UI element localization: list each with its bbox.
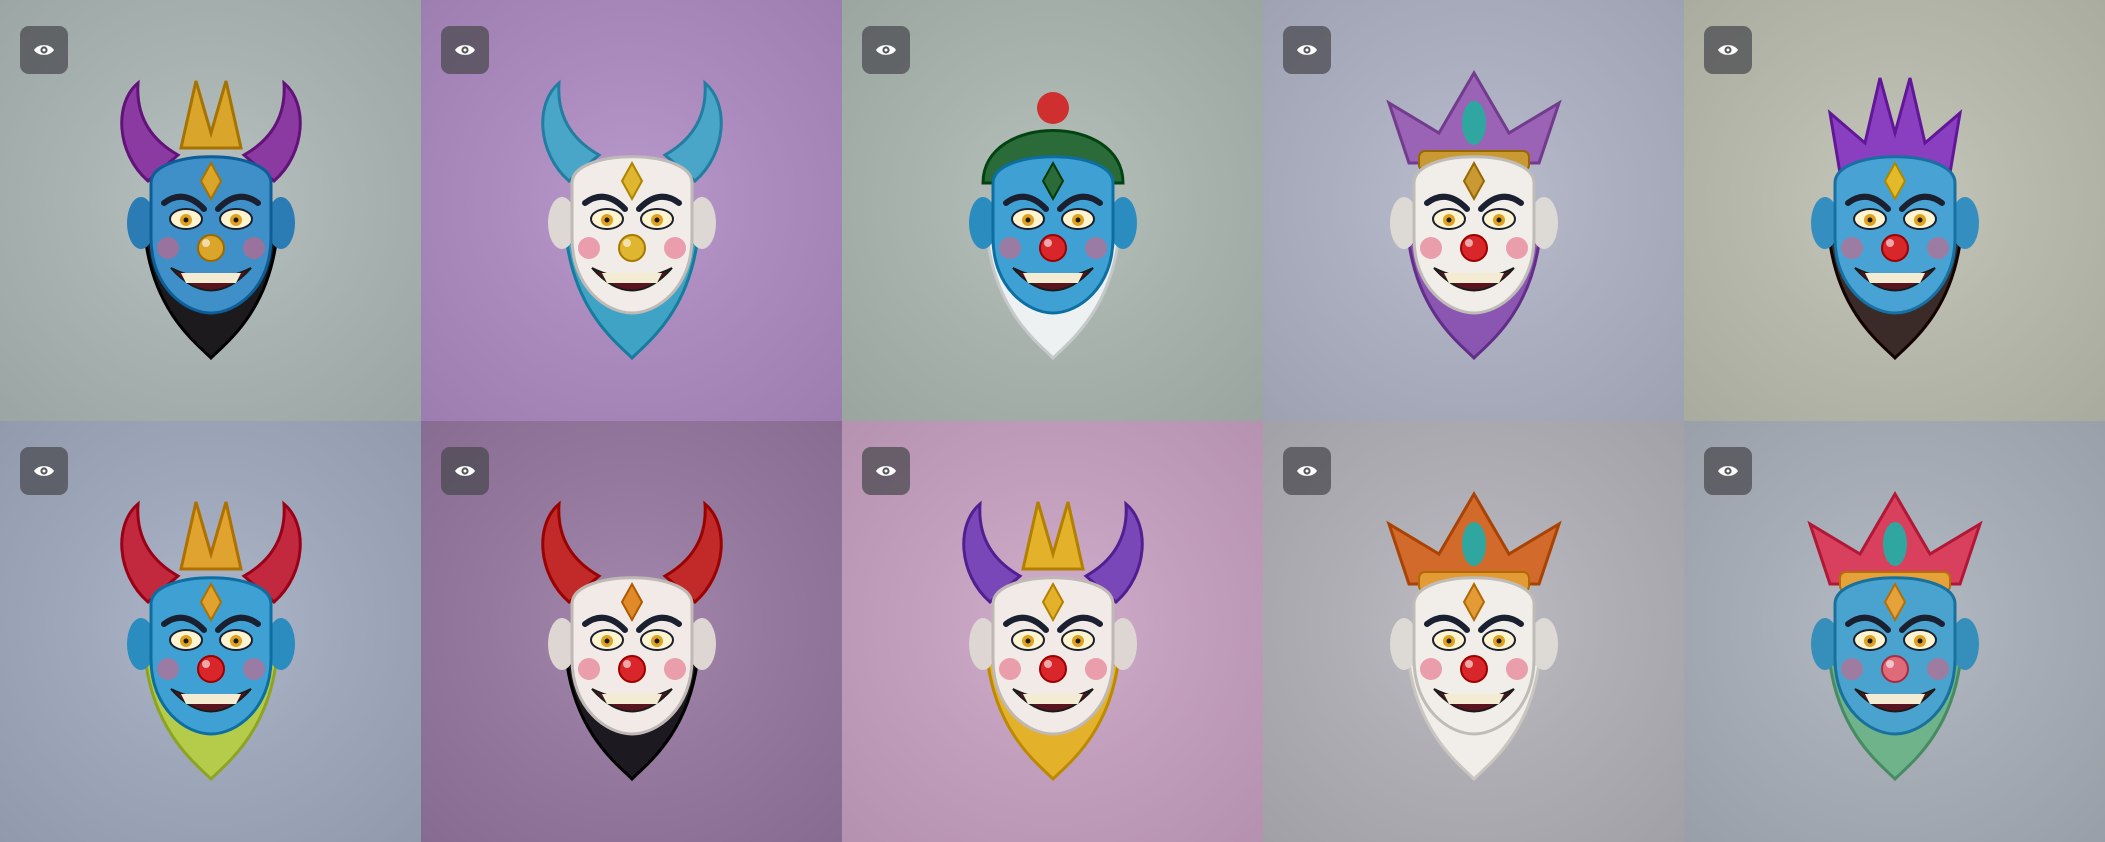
clown-mask-image	[1385, 69, 1562, 360]
eye-icon	[1718, 45, 1738, 55]
eye-icon	[1297, 466, 1317, 476]
gallery-tile[interactable]	[842, 0, 1263, 421]
gallery-tile[interactable]	[421, 421, 842, 842]
preview-button[interactable]	[20, 26, 68, 74]
eye-icon	[1297, 45, 1317, 55]
eye-icon	[455, 466, 475, 476]
gallery-tile[interactable]	[1684, 0, 2105, 421]
clown-mask-image	[119, 500, 302, 781]
preview-button[interactable]	[441, 26, 489, 74]
clown-mask-image	[1810, 77, 1979, 360]
gallery-tile[interactable]	[1263, 421, 1684, 842]
eye-icon	[34, 466, 54, 476]
eye-icon	[34, 45, 54, 55]
clown-mask-image	[540, 79, 723, 360]
clown-mask-image	[119, 79, 302, 360]
gallery-tile[interactable]	[1684, 421, 2105, 842]
preview-button[interactable]	[1283, 447, 1331, 495]
eye-icon	[1718, 466, 1738, 476]
image-grid	[0, 0, 2105, 842]
gallery-tile[interactable]	[1263, 0, 1684, 421]
gallery-tile[interactable]	[842, 421, 1263, 842]
eye-icon	[876, 45, 896, 55]
preview-button[interactable]	[1704, 26, 1752, 74]
preview-button[interactable]	[1704, 447, 1752, 495]
gallery-tile[interactable]	[421, 0, 842, 421]
preview-button[interactable]	[862, 447, 910, 495]
preview-button[interactable]	[862, 26, 910, 74]
gallery-tile[interactable]	[0, 421, 421, 842]
clown-mask-image	[1806, 490, 1983, 781]
clown-mask-image	[968, 91, 1137, 360]
clown-mask-image	[540, 500, 723, 781]
preview-button[interactable]	[441, 447, 489, 495]
eye-icon	[455, 45, 475, 55]
preview-button[interactable]	[20, 447, 68, 495]
gallery-tile[interactable]	[0, 0, 421, 421]
preview-button[interactable]	[1283, 26, 1331, 74]
eye-icon	[876, 466, 896, 476]
clown-mask-image	[961, 500, 1144, 781]
clown-mask-image	[1385, 490, 1562, 781]
